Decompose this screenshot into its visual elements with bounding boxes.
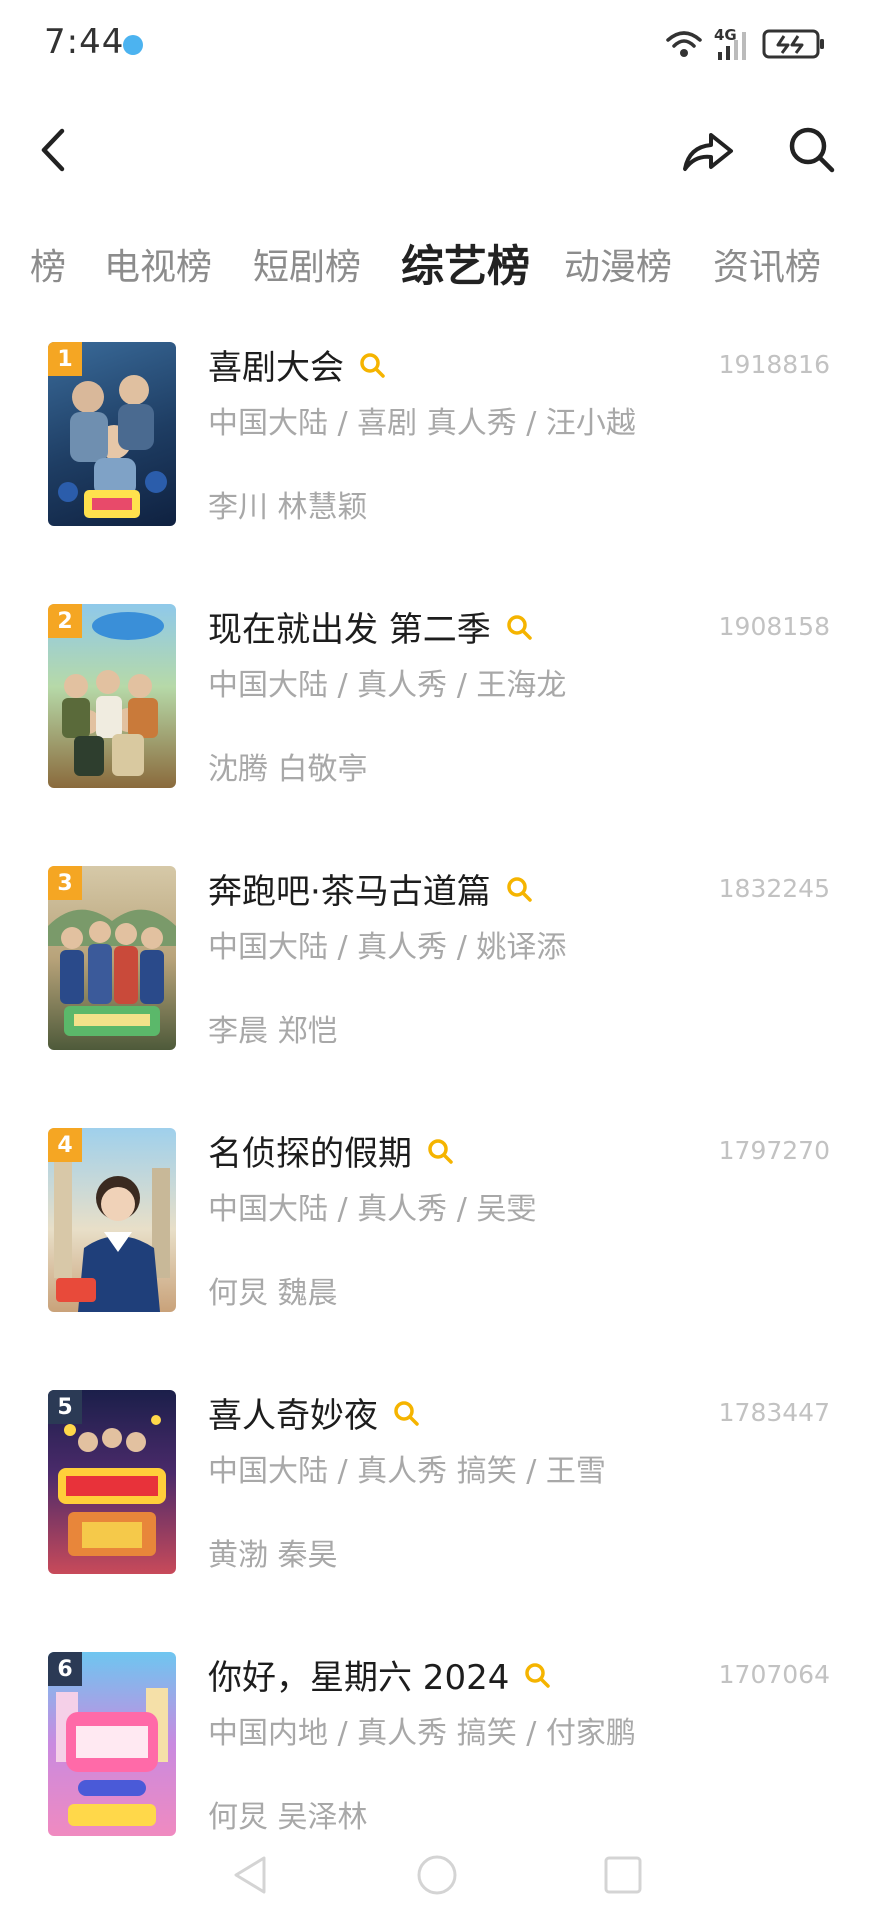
poster-image: 6 xyxy=(48,1652,176,1836)
show-meta: 中国大陆 / 喜剧 真人秀 / 汪小越 xyxy=(208,406,636,441)
notification-dot-icon xyxy=(123,35,143,55)
title-row: 你好，星期六 2024 xyxy=(208,1650,551,1699)
rank-badge: 3 xyxy=(48,866,82,900)
title-row: 现在就出发 第二季 xyxy=(208,602,533,651)
search-icon[interactable] xyxy=(523,1661,551,1689)
search-icon[interactable] xyxy=(505,613,533,641)
title-row: 名侦探的假期 xyxy=(208,1126,454,1175)
search-icon xyxy=(789,127,835,173)
nav-home-icon[interactable] xyxy=(412,1850,462,1900)
status-bar: 7:44 4G xyxy=(0,0,874,90)
show-title[interactable]: 现在就出发 第二季 xyxy=(208,602,491,651)
poster-image: 3 xyxy=(48,866,176,1050)
tab-partial[interactable]: 榜 xyxy=(30,238,66,290)
category-tabs: 榜 电视榜 短剧榜 综艺榜 动漫榜 资讯榜 xyxy=(0,228,874,298)
poster-image: 4 xyxy=(48,1128,176,1312)
list-item[interactable]: 1 喜剧大会 1918816 中国大陆 / 喜剧 真人秀 / 汪小越 李川 林慧… xyxy=(0,330,874,592)
list-item[interactable]: 4 名侦探的假期 1797270 中国大陆 / 真人秀 / 吴雯 何炅 魏晨 xyxy=(0,1116,874,1378)
show-cast: 黄渤 秦昊 xyxy=(208,1538,338,1573)
tab-anime[interactable]: 动漫榜 xyxy=(564,238,672,290)
show-meta: 中国大陆 / 真人秀 / 吴雯 xyxy=(208,1192,537,1227)
heat-score: 1908158 xyxy=(718,612,830,641)
tab-news[interactable]: 资讯榜 xyxy=(713,238,821,290)
search-icon[interactable] xyxy=(392,1399,420,1427)
share-button[interactable] xyxy=(676,118,740,182)
show-title[interactable]: 名侦探的假期 xyxy=(208,1126,412,1175)
tab-tv[interactable]: 电视榜 xyxy=(104,238,212,290)
title-row: 喜人奇妙夜 xyxy=(208,1388,420,1437)
list-item[interactable]: 5 喜人奇妙夜 1783447 中国大陆 / 真人秀 搞笑 / 王雪 黄渤 秦昊 xyxy=(0,1378,874,1640)
rank-badge: 5 xyxy=(48,1390,82,1424)
title-row: 奔跑吧·茶马古道篇 xyxy=(208,864,533,913)
show-title[interactable]: 喜剧大会 xyxy=(208,340,344,389)
rank-badge: 6 xyxy=(48,1652,82,1686)
status-time: 7:44 xyxy=(44,22,125,62)
search-icon[interactable] xyxy=(505,875,533,903)
show-title[interactable]: 奔跑吧·茶马古道篇 xyxy=(208,864,491,913)
rank-badge: 1 xyxy=(48,342,82,376)
show-meta: 中国大陆 / 真人秀 / 王海龙 xyxy=(208,668,567,703)
show-cast: 沈腾 白敬亭 xyxy=(208,752,368,787)
poster-image: 5 xyxy=(48,1390,176,1574)
show-title[interactable]: 你好，星期六 2024 xyxy=(208,1650,509,1699)
title-row: 喜剧大会 xyxy=(208,340,386,389)
tab-short-drama[interactable]: 短剧榜 xyxy=(253,238,361,290)
poster-image: 2 xyxy=(48,604,176,788)
show-cast: 李川 林慧颖 xyxy=(208,490,368,525)
list-item[interactable]: 3 奔跑吧·茶马古道篇 1832245 中国大陆 / 真人秀 / 姚译添 李晨 … xyxy=(0,854,874,1116)
heat-score: 1707064 xyxy=(718,1660,830,1689)
rank-badge: 2 xyxy=(48,604,82,638)
show-title[interactable]: 喜人奇妙夜 xyxy=(208,1388,378,1437)
rank-badge: 4 xyxy=(48,1128,82,1162)
battery-charging-icon xyxy=(762,29,824,59)
search-icon[interactable] xyxy=(426,1137,454,1165)
system-nav-bar xyxy=(0,1830,874,1920)
show-cast: 何炅 魏晨 xyxy=(208,1276,338,1311)
nav-back-icon[interactable] xyxy=(226,1850,276,1900)
show-meta: 中国内地 / 真人秀 搞笑 / 付家鹏 xyxy=(208,1716,636,1751)
heat-score: 1832245 xyxy=(718,874,830,903)
heat-score: 1918816 xyxy=(718,350,830,379)
share-icon xyxy=(683,133,733,171)
search-button[interactable] xyxy=(780,118,844,182)
show-meta: 中国大陆 / 真人秀 搞笑 / 王雪 xyxy=(208,1454,606,1489)
status-icons: 4G xyxy=(664,24,826,64)
list-item[interactable]: 2 现在就出发 第二季 1908158 中国大陆 / 真人秀 / 王海龙 沈腾 … xyxy=(0,592,874,854)
signal-icon: 4G xyxy=(714,26,752,62)
heat-score: 1783447 xyxy=(718,1398,830,1427)
back-arrow-icon xyxy=(41,128,65,172)
nav-bar xyxy=(0,100,874,200)
show-cast: 李晨 郑恺 xyxy=(208,1014,338,1049)
poster-image: 1 xyxy=(48,342,176,526)
heat-score: 1797270 xyxy=(718,1136,830,1165)
back-button[interactable] xyxy=(22,118,86,182)
search-icon[interactable] xyxy=(358,351,386,379)
nav-recents-icon[interactable] xyxy=(598,1850,648,1900)
tab-variety[interactable]: 综艺榜 xyxy=(401,232,530,294)
wifi-icon xyxy=(666,31,702,57)
show-meta: 中国大陆 / 真人秀 / 姚译添 xyxy=(208,930,567,965)
